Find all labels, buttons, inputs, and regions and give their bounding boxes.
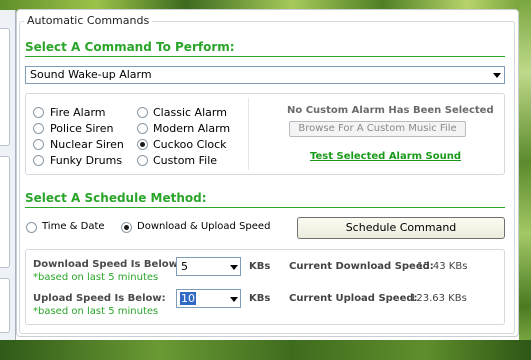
label-funky-drums[interactable]: Funky Drums bbox=[50, 154, 122, 167]
upload-speed-hint: *based on last 5 minutes bbox=[33, 306, 159, 317]
current-upload-value: 123.63 KBs bbox=[410, 293, 467, 304]
command-select-dropdown-button[interactable] bbox=[490, 67, 504, 83]
desktop-background-right bbox=[519, 0, 531, 360]
radio-modern-alarm[interactable] bbox=[137, 123, 148, 134]
radio-cuckoo-clock[interactable] bbox=[137, 139, 148, 150]
radio-funky-drums[interactable] bbox=[33, 155, 44, 166]
label-classic-alarm[interactable]: Classic Alarm bbox=[153, 106, 227, 119]
label-nuclear-siren[interactable]: Nuclear Siren bbox=[50, 138, 124, 151]
command-select-value: Sound Wake-up Alarm bbox=[30, 68, 152, 81]
upload-speed-unit: KBs bbox=[249, 293, 271, 304]
desktop-background-bottom bbox=[0, 340, 531, 360]
schedule-section-rule bbox=[25, 207, 505, 208]
label-time-date[interactable]: Time & Date bbox=[42, 221, 105, 232]
radio-fire-alarm[interactable] bbox=[33, 107, 44, 118]
download-speed-label: Download Speed Is Below: bbox=[33, 259, 182, 270]
label-fire-alarm[interactable]: Fire Alarm bbox=[50, 106, 106, 119]
left-panel-stub-1 bbox=[0, 28, 10, 146]
radio-time-date[interactable] bbox=[26, 222, 37, 233]
chevron-down-icon bbox=[230, 297, 238, 302]
left-panel-stub-3 bbox=[0, 278, 10, 333]
schedule-command-button[interactable]: Schedule Command bbox=[297, 217, 505, 239]
label-police-siren[interactable]: Police Siren bbox=[50, 122, 113, 135]
radio-custom-file[interactable] bbox=[137, 155, 148, 166]
download-speed-unit: KBs bbox=[249, 261, 271, 272]
left-panel-stub-2 bbox=[0, 156, 10, 268]
upload-speed-label: Upload Speed Is Below: bbox=[33, 293, 166, 304]
chevron-down-icon bbox=[230, 265, 238, 270]
label-modern-alarm[interactable]: Modern Alarm bbox=[153, 122, 230, 135]
schedule-section-title: Select A Schedule Method: bbox=[25, 191, 207, 205]
download-speed-select[interactable]: 5 bbox=[176, 257, 241, 276]
label-custom-file[interactable]: Custom File bbox=[153, 154, 217, 167]
upload-speed-value: 10 bbox=[180, 292, 196, 305]
radio-police-siren[interactable] bbox=[33, 123, 44, 134]
current-upload-label: Current Upload Speed: bbox=[289, 293, 418, 304]
upload-speed-select[interactable]: 10 bbox=[176, 289, 241, 308]
chevron-down-icon bbox=[493, 73, 501, 78]
alarm-options-divider bbox=[248, 98, 249, 170]
no-custom-alarm-note: No Custom Alarm Has Been Selected bbox=[287, 105, 494, 116]
browse-custom-file-button[interactable]: Browse For A Custom Music File bbox=[289, 121, 466, 137]
label-download-upload-speed[interactable]: Download & Upload Speed bbox=[137, 221, 270, 232]
radio-download-upload-speed[interactable] bbox=[121, 222, 132, 233]
download-speed-value: 5 bbox=[181, 260, 188, 273]
group-title: Automatic Commands bbox=[24, 14, 153, 28]
test-alarm-link[interactable]: Test Selected Alarm Sound bbox=[310, 151, 461, 162]
download-speed-hint: *based on last 5 minutes bbox=[33, 272, 159, 283]
radio-classic-alarm[interactable] bbox=[137, 107, 148, 118]
current-download-value: 15.43 KBs bbox=[417, 261, 468, 272]
command-section-rule bbox=[25, 56, 505, 57]
current-download-label: Current Download Speed: bbox=[289, 261, 434, 272]
radio-nuclear-siren[interactable] bbox=[33, 139, 44, 150]
label-cuckoo-clock[interactable]: Cuckoo Clock bbox=[153, 138, 227, 151]
command-section-title: Select A Command To Perform: bbox=[25, 40, 235, 54]
